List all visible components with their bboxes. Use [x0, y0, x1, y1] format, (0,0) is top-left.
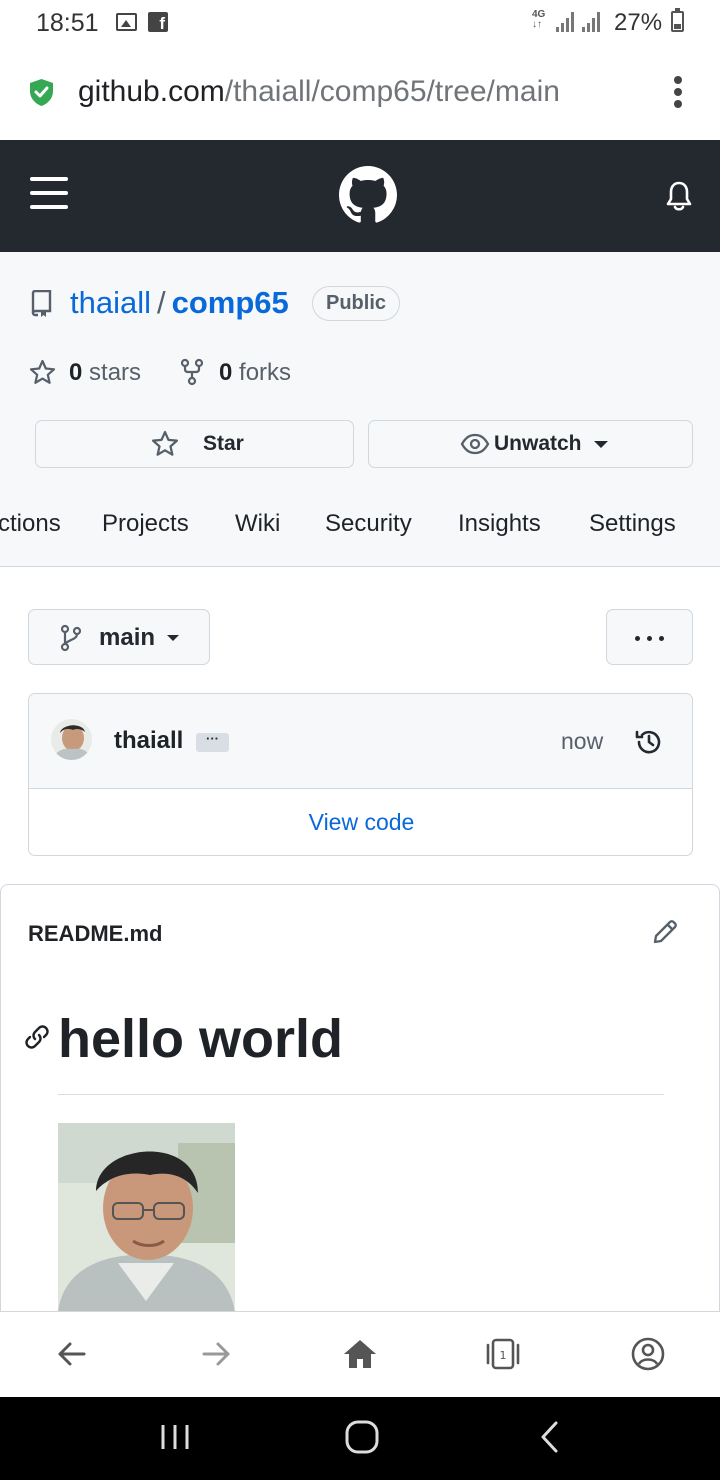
- chevron-down-icon: [167, 635, 179, 641]
- heading-divider: [58, 1094, 664, 1095]
- address-bar[interactable]: github.com/thaiall/comp65/tree/main: [0, 46, 720, 140]
- avatar[interactable]: [51, 719, 92, 760]
- signal-icon: [556, 12, 578, 32]
- home-nav-icon[interactable]: [342, 1417, 382, 1457]
- tab-wiki[interactable]: Wiki: [235, 510, 280, 538]
- signal-icon-2: [582, 12, 604, 32]
- commit-message-expander[interactable]: ···: [196, 732, 229, 752]
- github-header: [0, 140, 720, 252]
- hamburger-menu-icon[interactable]: [30, 177, 68, 209]
- readme-profile-photo: [58, 1123, 235, 1313]
- browser-menu-icon[interactable]: [668, 76, 688, 110]
- pencil-edit-icon[interactable]: [651, 918, 679, 946]
- facebook-notification-icon: f: [148, 12, 168, 33]
- profile-icon[interactable]: [630, 1336, 666, 1372]
- tab-actions[interactable]: ctions: [0, 510, 61, 538]
- repo-icon: [31, 290, 52, 317]
- github-logo-icon[interactable]: [339, 166, 397, 224]
- status-bar: 18:51 f 4G ↓↑ 27%: [0, 0, 720, 46]
- gallery-notification-icon: [116, 13, 137, 31]
- repo-header: thaiall / comp65 Public 0 stars 0 forks St…: [0, 252, 720, 567]
- repo-title: thaiall / comp65: [70, 285, 289, 321]
- watch-dropdown-icon: [593, 440, 608, 448]
- readme-filename: README.md: [28, 921, 163, 946]
- forward-arrow-icon[interactable]: [198, 1336, 234, 1372]
- repo-name-link[interactable]: comp65: [172, 285, 289, 320]
- notification-bell-icon[interactable]: [664, 180, 694, 212]
- view-code-link[interactable]: View code: [29, 790, 692, 855]
- more-options-button[interactable]: [606, 609, 693, 665]
- watch-button[interactable]: Unwatch: [368, 420, 693, 468]
- tab-projects[interactable]: Projects: [102, 510, 189, 538]
- tab-insights[interactable]: Insights: [458, 510, 541, 538]
- tab-settings[interactable]: Settings: [589, 510, 676, 538]
- browser-toolbar: 1: [0, 1311, 720, 1397]
- anchor-link-icon[interactable]: [23, 1023, 51, 1051]
- back-arrow-icon[interactable]: [54, 1336, 90, 1372]
- repo-owner-link[interactable]: thaiall: [70, 285, 151, 320]
- repo-separator: /: [157, 285, 166, 320]
- stars-count[interactable]: 0 stars: [69, 359, 141, 387]
- visibility-badge: Public: [312, 286, 401, 321]
- star-button[interactable]: Star: [35, 420, 354, 468]
- battery-icon: [671, 8, 684, 32]
- star-icon: [29, 359, 56, 384]
- repo-nav-tabs: ctions Projects Wiki Security Insights S…: [0, 510, 720, 550]
- history-icon[interactable]: [634, 727, 664, 757]
- network-type: 4G ↓↑: [532, 9, 546, 30]
- battery-percent: 27%: [614, 9, 663, 36]
- url-text[interactable]: github.com/thaiall/comp65/tree/main: [78, 75, 560, 109]
- branch-icon: [60, 624, 82, 652]
- watch-button-label: Unwatch: [494, 432, 582, 455]
- branch-selector[interactable]: main: [28, 609, 210, 665]
- tab-security[interactable]: Security: [325, 510, 412, 538]
- commit-author[interactable]: thaiall: [114, 727, 183, 755]
- tabs-icon[interactable]: 1: [485, 1336, 521, 1372]
- recent-apps-icon[interactable]: [155, 1417, 195, 1457]
- forks-count[interactable]: 0 forks: [219, 359, 291, 387]
- star-button-label: Star: [203, 432, 244, 455]
- commit-header: thaiall ··· now: [29, 694, 692, 789]
- svg-text:1: 1: [500, 1349, 507, 1362]
- fork-icon: [180, 358, 204, 386]
- star-button-icon: [151, 430, 179, 456]
- eye-icon: [460, 433, 490, 455]
- latest-commit-box: thaiall ··· now View code: [28, 693, 693, 856]
- readme-panel: README.md hello world: [0, 884, 720, 1314]
- secure-shield-icon: [30, 79, 53, 106]
- back-nav-icon[interactable]: [530, 1417, 570, 1457]
- home-icon[interactable]: [342, 1336, 378, 1372]
- readme-heading: hello world: [58, 1009, 344, 1069]
- commit-time: now: [561, 728, 604, 754]
- status-time: 18:51: [36, 9, 99, 37]
- system-nav-bar: [0, 1397, 720, 1480]
- branch-name: main: [99, 624, 156, 651]
